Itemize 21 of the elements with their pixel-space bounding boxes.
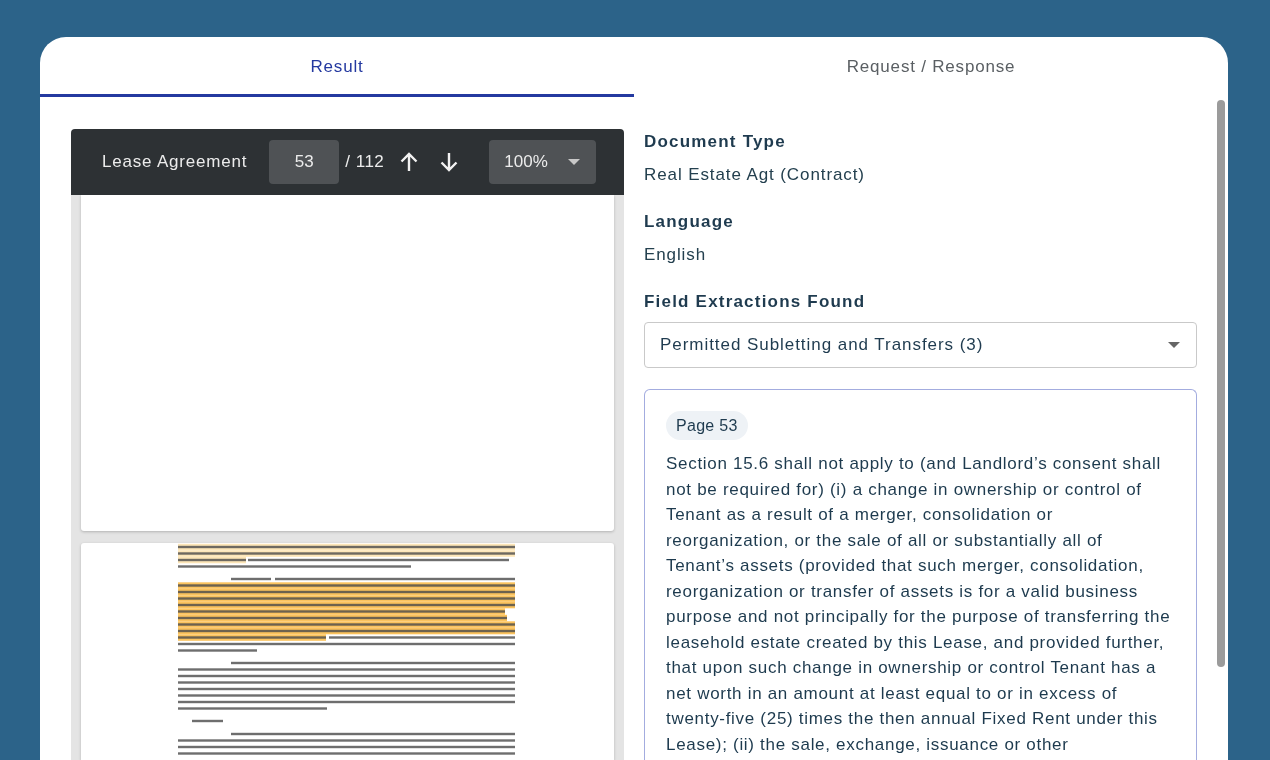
page-count: / 112 <box>345 152 385 172</box>
field-label: Language <box>644 211 735 233</box>
next-page-button[interactable] <box>440 152 459 172</box>
field-value: Real Estate Agt (Contract) <box>644 164 866 186</box>
zoom-select[interactable]: 100% <box>489 140 597 184</box>
scrollbar-thumb[interactable] <box>1217 100 1225 667</box>
document-title: Lease Agreement <box>102 152 248 172</box>
tab[interactable]: Result <box>40 37 634 97</box>
tab[interactable]: Request / Response <box>634 37 1228 97</box>
extraction-text: Section 15.6 shall not apply to (and Landlord’s consent shall not be required for) (i) a change in ownership or control of Tenant as a result of a merger, consolidation or reorganization, or the sale of all or substantially all of Tenant’s assets (provided that such merger, consolidation, reorganization or transfer of assets is for a valid business purpose and not principally for the purpose of transferring the leasehold estate created by this Lease, and provided further, that upon such change in ownership or control Tenant has a net worth in an amount at least equal to or in excess of twenty-five (25) times the then annual Fixed Rent under this Lease); (ii) the sale, exchange, issuance or other <box>666 453 1172 756</box>
field-label: Document Type <box>644 131 787 153</box>
field-label: Field Extractions Found <box>644 291 867 313</box>
previous-page-button[interactable] <box>400 152 419 172</box>
arrow-down-icon <box>440 152 459 172</box>
extraction-select[interactable]: Permitted Subletting and Transfers (3) <box>644 322 1197 368</box>
caret-down-icon <box>568 159 581 165</box>
page-badge: Page 53 <box>666 411 748 440</box>
page-number-field[interactable]: 53 <box>269 140 340 184</box>
arrow-up-icon <box>400 152 419 172</box>
caret-down-icon <box>1168 342 1180 348</box>
field-value: English <box>644 244 708 266</box>
